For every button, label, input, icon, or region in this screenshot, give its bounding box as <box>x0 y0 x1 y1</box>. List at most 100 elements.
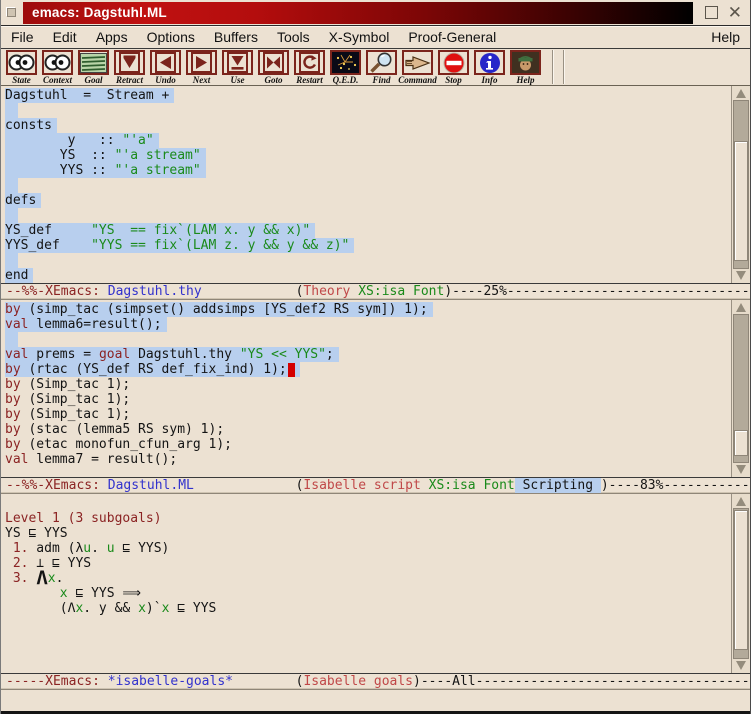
goals-buffer[interactable]: Level 1 (3 subgoals)YS ⊑ YYS 1. adm (λu.… <box>1 494 731 673</box>
buffer-line[interactable]: 1. adm (λu. u ⊑ YYS) <box>5 541 731 556</box>
buffer-line[interactable] <box>5 208 731 223</box>
buffer-line[interactable]: by (Simp_tac 1); <box>5 407 731 422</box>
xemacs-window: emacs: Dagstuhl.ML ✕ File Edit Apps Options… <box>0 0 751 714</box>
script-modeline[interactable]: --%%-XEmacs: Dagstuhl.ML (Isabelle scrip… <box>1 477 750 494</box>
goal-picture-icon <box>78 50 109 75</box>
scrollbar-trough[interactable] <box>733 314 749 463</box>
buffer-line[interactable]: consts <box>5 118 731 133</box>
script-buffer[interactable]: by (simp_tac (simpset() addsimps [YS_def… <box>1 300 731 477</box>
buffer-line[interactable]: YS ⊑ YYS <box>5 526 731 541</box>
titlebar[interactable]: emacs: Dagstuhl.ML ✕ <box>1 0 750 26</box>
goals-scrollbar[interactable] <box>731 494 750 673</box>
triangle-left-icon <box>150 50 181 75</box>
toolbar-button-help[interactable]: Help <box>508 50 543 84</box>
menu-item-options[interactable]: Options <box>147 29 195 45</box>
menu-item-tools[interactable]: Tools <box>277 29 310 45</box>
buffer-line[interactable]: 3. Λx. <box>5 571 731 586</box>
toolbar-button-command[interactable]: Command <box>400 50 435 84</box>
menu-item-edit[interactable]: Edit <box>53 29 77 45</box>
buffer-line[interactable]: by (Simp_tac 1); <box>5 392 731 407</box>
menu-item-apps[interactable]: Apps <box>96 29 128 45</box>
buffer-line[interactable] <box>5 178 731 193</box>
toolbar-button-goal[interactable]: Goal <box>76 50 111 84</box>
toolbar-button-next[interactable]: Next <box>184 50 219 84</box>
circular-arrows-icon <box>294 50 325 75</box>
buffer-line[interactable]: by (Simp_tac 1); <box>5 377 731 392</box>
buffer-line[interactable]: by (simp_tac (simpset() addsimps [YS_def… <box>5 302 731 317</box>
toolbar-button-label: Goal <box>85 75 103 85</box>
script-scrollbar[interactable] <box>731 300 750 477</box>
toolbar-button-goto[interactable]: Goto <box>256 50 291 84</box>
buffer-line[interactable]: YYS_def "YYS == fix`(LAM z. y && y && z)… <box>5 238 731 253</box>
buffer-line[interactable]: by (stac (lemma5 RS sym) 1); <box>5 422 731 437</box>
menu-item-help[interactable]: Help <box>711 29 740 45</box>
theory-buffer[interactable]: Dagstuhl = Stream + consts y :: "'a" YS … <box>1 86 731 283</box>
close-icon[interactable]: ✕ <box>728 6 744 19</box>
menu-item-file[interactable]: File <box>11 29 34 45</box>
toolbar-button-state[interactable]: State <box>4 50 39 84</box>
minibuffer-echo-area[interactable] <box>1 690 750 711</box>
buffer-line[interactable]: val lemma7 = result(); <box>5 452 731 467</box>
buffer-line[interactable]: YYS :: "'a stream" <box>5 163 731 178</box>
buffer-line[interactable]: YS_def "YS == fix`(LAM x. y && x)" <box>5 223 731 238</box>
scrollbar-trough[interactable] <box>733 508 749 659</box>
menu-item-proof-general[interactable]: Proof-General <box>408 29 496 45</box>
scroll-down-icon[interactable] <box>733 659 749 672</box>
pointing-hand-icon <box>402 50 433 75</box>
toolbar-button-use[interactable]: Use <box>220 50 255 84</box>
menu-item-buffers[interactable]: Buffers <box>214 29 258 45</box>
toolbar-button-label: Command <box>398 75 437 85</box>
buffer-line[interactable]: 2. ⊥ ⊑ YYS <box>5 556 731 571</box>
fireworks-icon <box>330 50 361 75</box>
scrollbar-trough[interactable] <box>733 100 749 269</box>
buffer-line[interactable]: by (rtac (YS_def RS def_fix_ind) 1); <box>5 362 731 377</box>
scrollbar-thumb[interactable] <box>734 430 748 456</box>
toolbar-button-info[interactable]: Info <box>472 50 507 84</box>
buffer-line[interactable]: (Λx. y && x)`x ⊑ YYS <box>5 601 731 616</box>
goals-modeline[interactable]: -----XEmacs: *isabelle-goals* (Isabelle … <box>1 673 750 690</box>
buffer-line[interactable] <box>5 103 731 118</box>
menu-item-x-symbol[interactable]: X-Symbol <box>329 29 390 45</box>
toolbar-separator <box>552 50 554 84</box>
toolbar-button-qed[interactable]: Q.E.D. <box>328 50 363 84</box>
scrollbar-thumb[interactable] <box>734 510 748 650</box>
toolbar-button-label: Q.E.D. <box>333 75 359 85</box>
buffer-line[interactable]: defs <box>5 193 731 208</box>
buffer-line[interactable]: Level 1 (3 subgoals) <box>5 511 731 526</box>
scroll-down-icon[interactable] <box>733 463 749 476</box>
buffer-line[interactable]: by (etac monofun_cfun_arg 1); <box>5 437 731 452</box>
buffer-line[interactable]: Dagstuhl = Stream + <box>5 88 731 103</box>
toolbar-button-undo[interactable]: Undo <box>148 50 183 84</box>
buffer-line[interactable]: y :: "'a" <box>5 133 731 148</box>
highlighted-region: YYS_def "YYS == fix`(LAM z. y && y && z)… <box>5 238 354 253</box>
scrollbar-thumb[interactable] <box>734 141 748 261</box>
buffer-line[interactable]: val lemma6=result(); <box>5 317 731 332</box>
scroll-up-icon[interactable] <box>733 301 749 314</box>
buffer-line[interactable] <box>5 496 731 511</box>
person-photo-icon <box>510 50 541 75</box>
toolbar-button-restart[interactable]: Restart <box>292 50 327 84</box>
toolbar-button-find[interactable]: Find <box>364 50 399 84</box>
toolbar-button-retract[interactable]: Retract <box>112 50 147 84</box>
theory-modeline[interactable]: --%%-XEmacs: Dagstuhl.thy (Theory XS:isa… <box>1 283 750 300</box>
buffer-line[interactable] <box>5 253 731 268</box>
scroll-up-icon[interactable] <box>733 87 749 100</box>
toolbar-button-label: Goto <box>265 75 283 85</box>
buffer-line[interactable] <box>5 332 731 347</box>
window-menu-icon[interactable] <box>7 8 16 17</box>
buffer-line[interactable]: YS :: "'a stream" <box>5 148 731 163</box>
highlighted-region: by (simp_tac (simpset() addsimps [YS_def… <box>5 302 433 317</box>
triangle-down-bar-icon <box>114 50 145 75</box>
buffer-line[interactable]: end <box>5 268 731 283</box>
toolbar-button-label: Restart <box>296 75 323 85</box>
theory-scrollbar[interactable] <box>731 86 750 283</box>
toolbar-button-context[interactable]: Context <box>40 50 75 84</box>
buffer-line[interactable]: val prems = goal Dagstuhl.thy "YS << YYS… <box>5 347 731 362</box>
highlighted-region <box>5 178 18 193</box>
buffer-line[interactable]: x ⊑ YYS ⟹ <box>5 586 731 601</box>
scroll-up-icon[interactable] <box>733 495 749 508</box>
toolbar-button-stop[interactable]: Stop <box>436 50 471 84</box>
bowtie-icon <box>258 50 289 75</box>
scroll-down-icon[interactable] <box>733 269 749 282</box>
maximize-icon[interactable] <box>705 6 718 19</box>
